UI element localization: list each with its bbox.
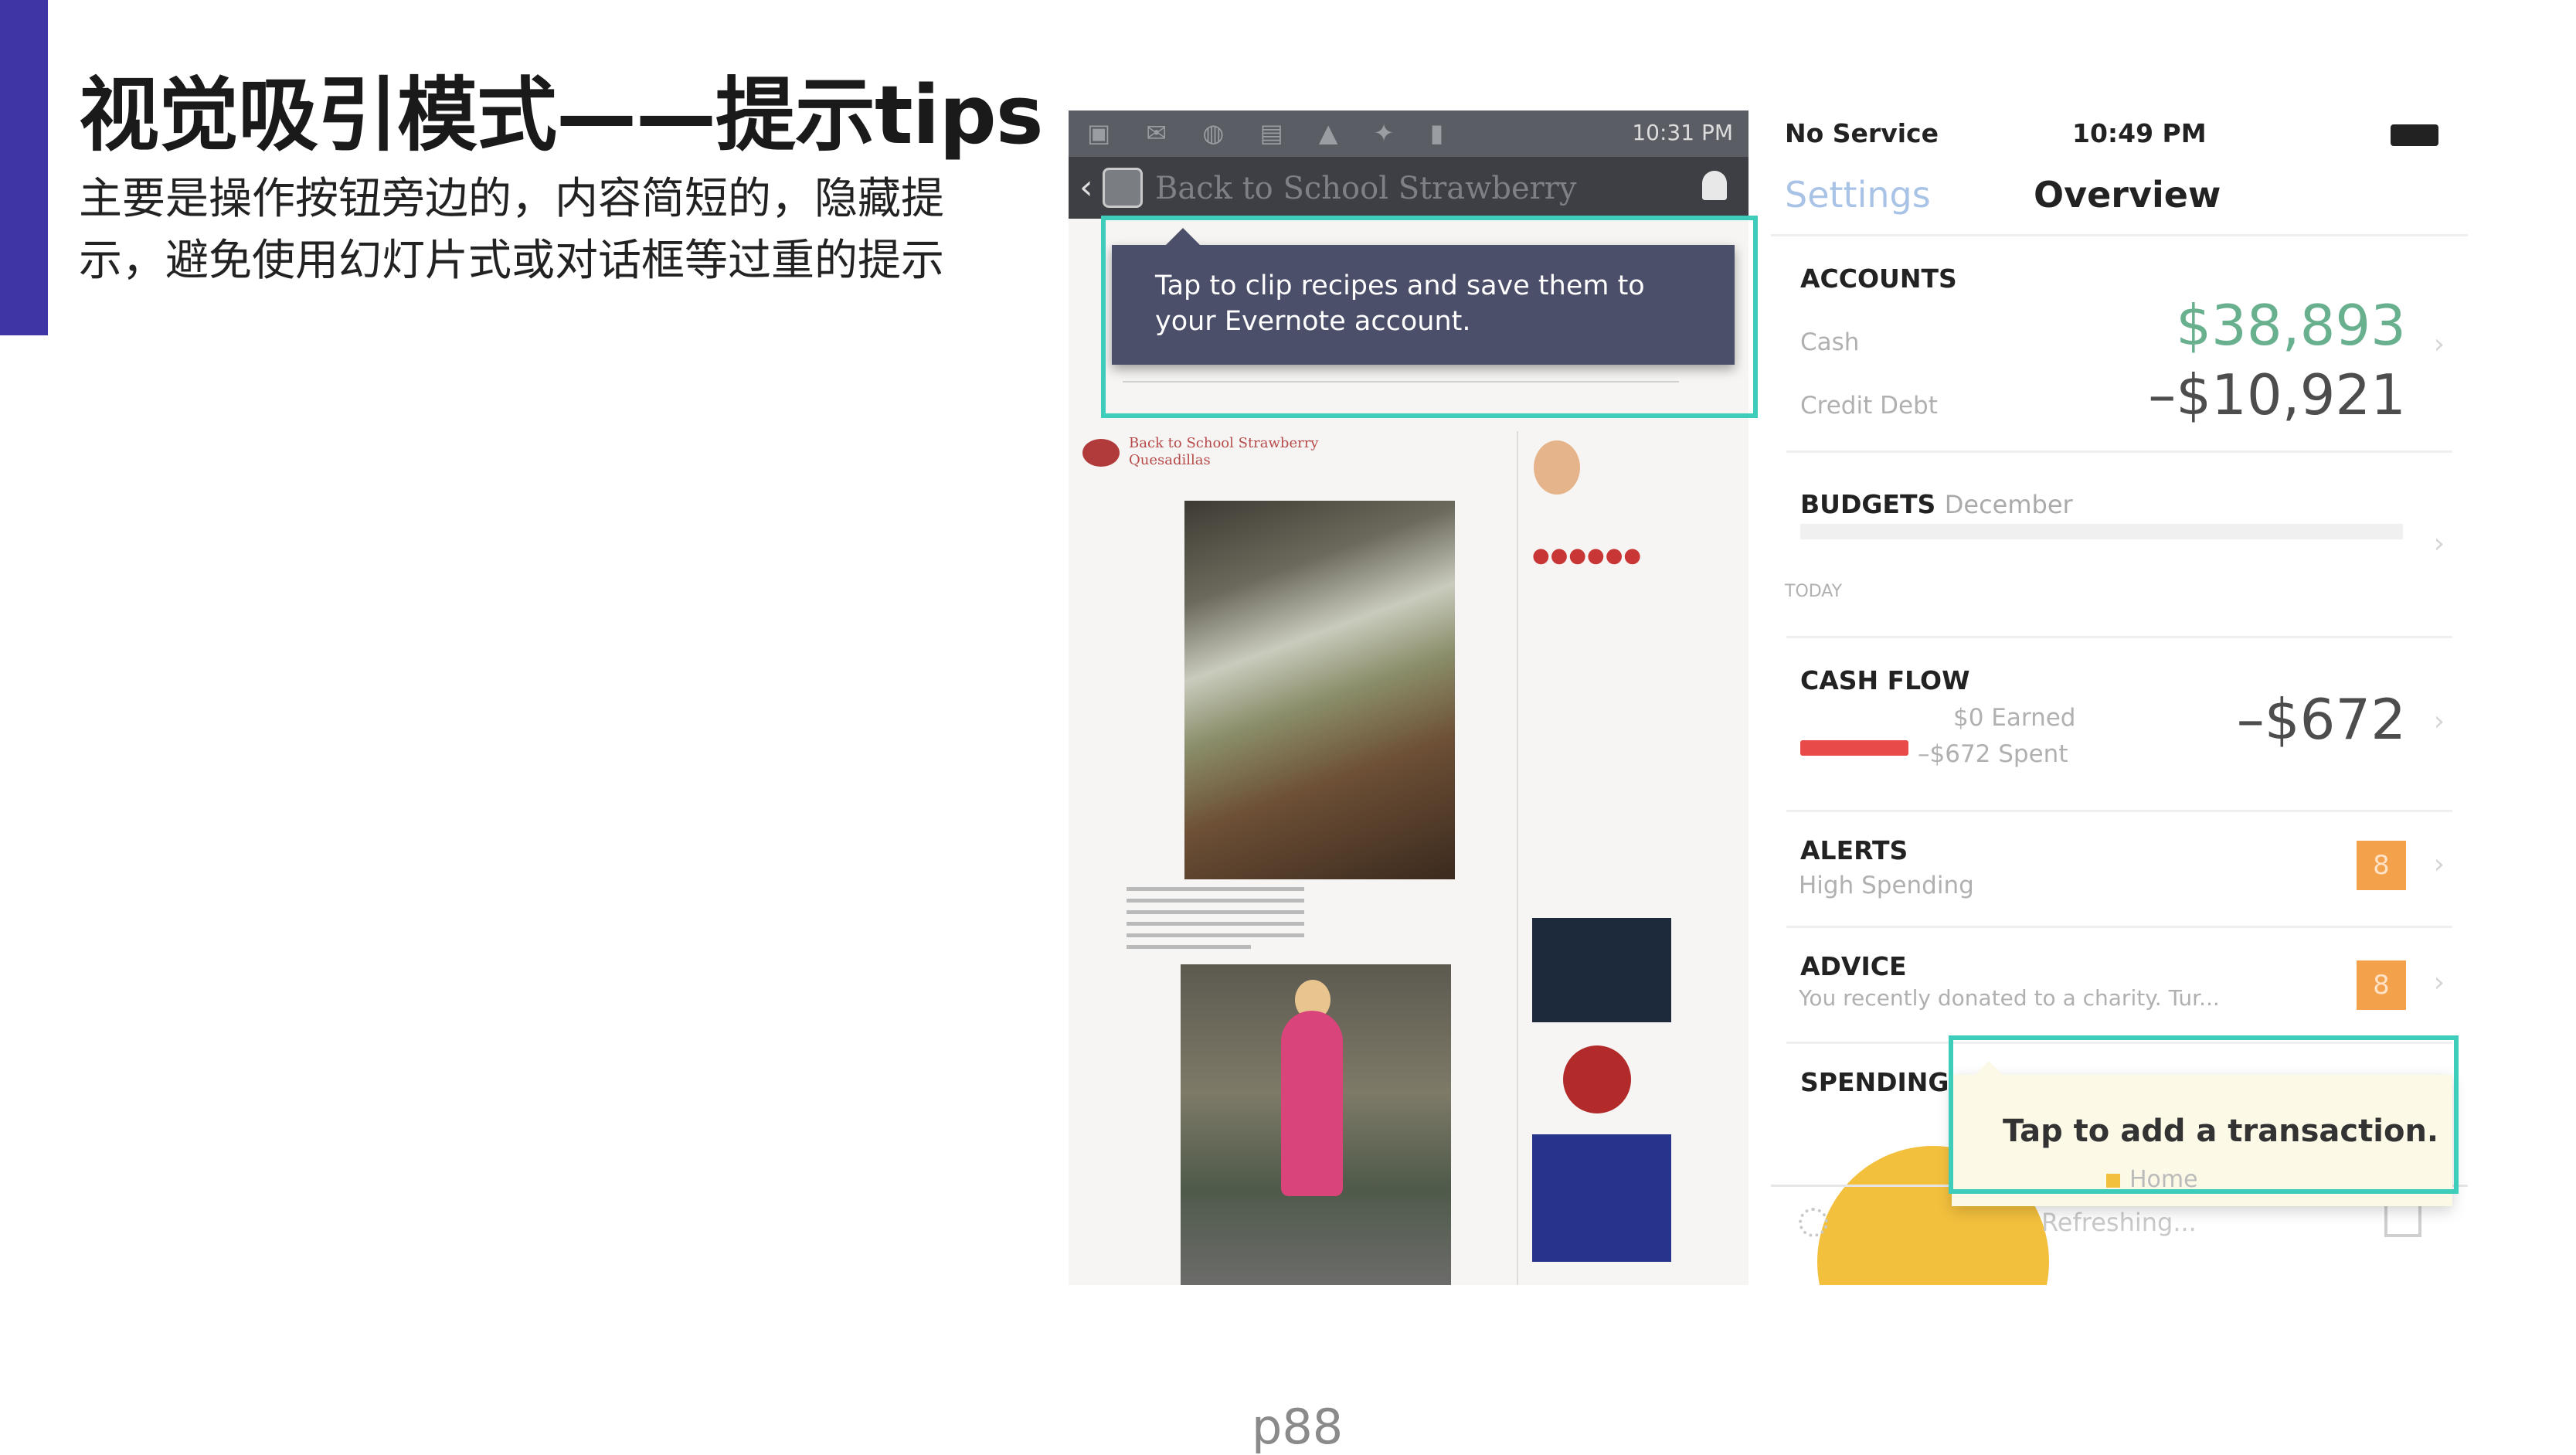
spending-heading: SPENDING bbox=[1800, 1067, 1949, 1097]
budgets-heading: BUDGETS December bbox=[1800, 489, 2073, 519]
spent-label: –$672 Spent bbox=[1918, 740, 2068, 768]
sidebar-seal-image bbox=[1563, 1045, 1631, 1113]
blog-post-icon bbox=[1082, 439, 1120, 467]
battery-icon bbox=[2391, 124, 2438, 146]
nav-title: Overview bbox=[2034, 174, 2221, 216]
blog-paragraph bbox=[1127, 887, 1304, 957]
credit-debt-value: –$10,921 bbox=[2148, 362, 2406, 427]
transaction-tooltip-highlight bbox=[1949, 1035, 2459, 1194]
page-number: p88 bbox=[1252, 1399, 1344, 1455]
blog-sidebar: ●●●●●● bbox=[1517, 431, 1688, 1285]
child-figure-dress bbox=[1281, 1011, 1343, 1196]
spent-bar bbox=[1800, 740, 1908, 756]
evernote-app-icon bbox=[1103, 168, 1143, 208]
budgets-heading-text: BUDGETS bbox=[1800, 489, 1936, 519]
author-avatar bbox=[1534, 440, 1580, 495]
cash-label: Cash bbox=[1800, 328, 1860, 356]
separator bbox=[1786, 450, 2452, 453]
cash-flow-value: –$672 bbox=[2236, 687, 2406, 752]
cash-flow-chevron-icon[interactable]: › bbox=[2434, 705, 2445, 737]
carrier-label: No Service bbox=[1785, 118, 1939, 148]
nav-divider bbox=[1771, 234, 2468, 236]
cash-flow-heading: CASH FLOW bbox=[1800, 665, 1970, 695]
slide-subtitle: 主要是操作按钮旁边的，内容简短的，隐藏提示，避免使用幻灯片式或对话框等过重的提示 bbox=[79, 174, 944, 286]
alerts-sub: High Spending bbox=[1799, 872, 1974, 899]
child-photo bbox=[1181, 964, 1451, 1285]
alerts-badge: 8 bbox=[2357, 841, 2406, 890]
today-label: TODAY bbox=[1785, 582, 1843, 601]
budgets-chevron-icon[interactable]: › bbox=[2434, 528, 2445, 559]
sidebar-ad-image bbox=[1532, 1134, 1671, 1262]
status-icons: ▣ ✉ ◍ ▤ ▲ ✦ ▮ bbox=[1087, 118, 1458, 148]
android-status-bar: ▣ ✉ ◍ ▤ ▲ ✦ ▮ 10:31 PM bbox=[1069, 110, 1748, 157]
accounts-heading: ACCOUNTS bbox=[1800, 263, 1957, 294]
advice-badge: 8 bbox=[2357, 960, 2406, 1010]
quesadilla-photo bbox=[1184, 501, 1455, 879]
separator bbox=[1786, 926, 2452, 928]
advice-sub: You recently donated to a charity. Tur..… bbox=[1799, 985, 2220, 1011]
slide-title: 视觉吸引模式——提示tips bbox=[79, 68, 1044, 162]
social-icons: ●●●●●● bbox=[1532, 544, 1643, 567]
alerts-chevron-icon[interactable]: › bbox=[2434, 848, 2445, 880]
cash-value: $38,893 bbox=[2176, 293, 2406, 358]
accounts-chevron-icon[interactable]: › bbox=[2434, 328, 2445, 360]
accent-bar bbox=[0, 0, 48, 335]
separator bbox=[1786, 810, 2452, 812]
refreshing-label: Refreshing... bbox=[2041, 1208, 2197, 1237]
app-title-bar: ‹ Back to School Strawberry bbox=[1069, 157, 1748, 219]
status-time: 10:31 PM bbox=[1632, 120, 1733, 145]
back-chevron-icon[interactable]: ‹ bbox=[1079, 168, 1093, 207]
budgets-month: December bbox=[1944, 490, 2073, 519]
blog-post-title: Back to School Strawberry Quesadillas bbox=[1129, 435, 1319, 468]
credit-debt-label: Credit Debt bbox=[1800, 392, 1938, 420]
advice-chevron-icon[interactable]: › bbox=[2434, 967, 2445, 998]
budget-progress-bar bbox=[1800, 524, 2403, 539]
earned-label: $0 Earned bbox=[1953, 704, 2076, 732]
status-time: 10:49 PM bbox=[2072, 118, 2207, 148]
alerts-heading: ALERTS bbox=[1800, 835, 1908, 865]
settings-back-button[interactable]: Settings bbox=[1785, 174, 1931, 216]
evernote-tooltip-highlight bbox=[1101, 216, 1758, 418]
advice-heading: ADVICE bbox=[1800, 951, 1907, 981]
refresh-spinner-icon bbox=[1799, 1208, 1828, 1237]
clip-elephant-icon[interactable] bbox=[1702, 171, 1727, 200]
separator bbox=[1786, 636, 2452, 638]
web-page-title: Back to School Strawberry bbox=[1155, 171, 1577, 206]
sidebar-badge-image bbox=[1532, 918, 1671, 1022]
